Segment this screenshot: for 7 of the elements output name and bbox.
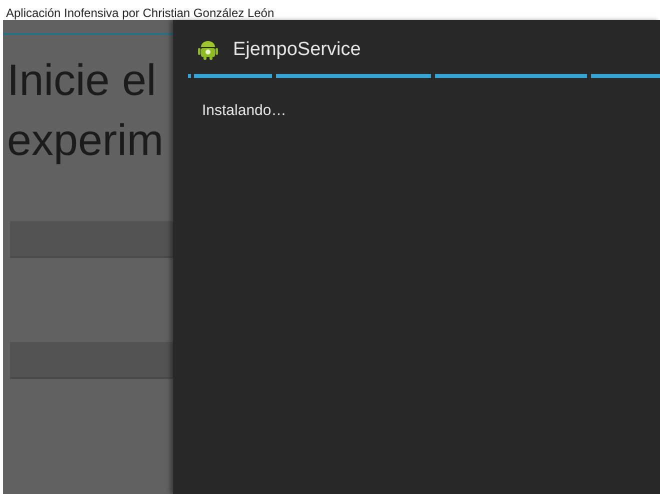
text-field[interactable]: [10, 342, 173, 379]
text-field[interactable]: [10, 221, 173, 258]
android-robot-icon: [197, 39, 219, 61]
dialog-message: Instalando…: [202, 101, 286, 121]
app-title: Aplicación Inofensiva por Christian González León: [6, 6, 274, 20]
dialog-title: EjempoService: [233, 38, 361, 62]
heading: Inicie el experim: [6, 55, 164, 167]
